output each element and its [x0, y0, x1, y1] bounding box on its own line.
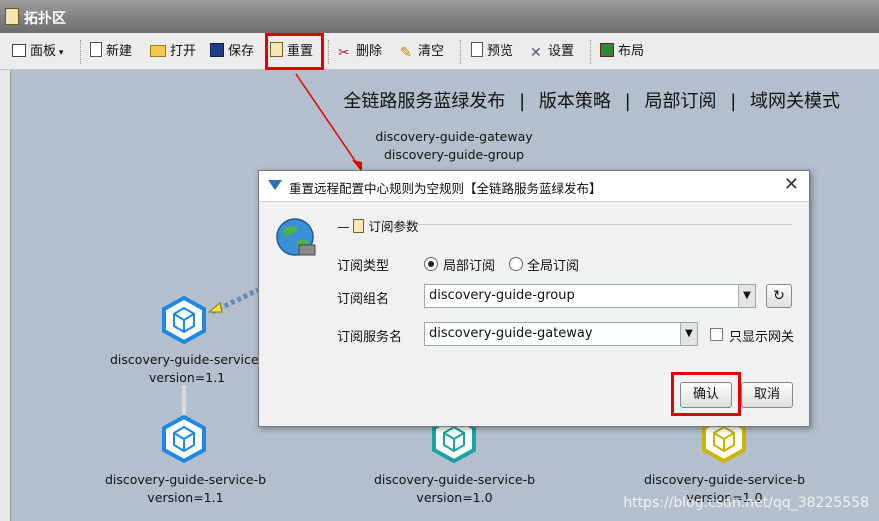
diamond-icon — [268, 180, 282, 190]
annotation-arrow-1 — [295, 73, 361, 169]
group-divider — [416, 224, 792, 225]
confirm-highlight-box — [671, 372, 741, 416]
radio-global[interactable] — [509, 257, 523, 271]
reset-rule-dialog: 重置远程配置中心规则为空规则【全链路服务蓝绿发布】 ✕ — 订阅参数 订阅类型 … — [258, 170, 810, 427]
service-name-combo[interactable]: discovery-guide-gateway ▼ — [424, 322, 698, 346]
gateway-only-label[interactable]: 只显示网关 — [729, 326, 794, 345]
chevron-down-icon[interactable]: ▼ — [680, 323, 697, 345]
group-name-label: 订阅组名 — [337, 292, 390, 307]
service-b-node-icon[interactable] — [160, 415, 208, 463]
cancel-button[interactable]: 取消 — [741, 382, 793, 408]
globe-network-icon — [276, 218, 316, 256]
gateway-only-checkbox[interactable] — [710, 328, 723, 341]
chevron-down-icon[interactable]: ▼ — [738, 285, 755, 307]
watermark: https://blog.csdn.net/qq_38225558 — [623, 495, 869, 511]
radio-partial-label[interactable]: 局部订阅 — [443, 255, 495, 274]
book-icon — [353, 219, 365, 233]
refresh-icon: ↻ — [773, 288, 785, 304]
dialog-title: 重置远程配置中心规则为空规则【全链路服务蓝绿发布】 — [289, 181, 602, 196]
close-icon[interactable]: ✕ — [784, 174, 799, 195]
service-b-label: discovery-guide-service-b version=1.1 — [104, 472, 267, 505]
group-name-combo[interactable]: discovery-guide-group ▼ — [424, 284, 756, 308]
service-a-node-icon[interactable] — [160, 296, 208, 344]
refresh-button[interactable]: ↻ — [766, 284, 792, 308]
radio-partial[interactable] — [424, 257, 438, 271]
service-b-teal-label: discovery-guide-service-b version=1.0 — [373, 472, 536, 505]
radio-global-label[interactable]: 全局订阅 — [527, 255, 579, 274]
type-label: 订阅类型 — [337, 259, 390, 274]
dialog-title-bar: 重置远程配置中心规则为空规则【全链路服务蓝绿发布】 ✕ — [259, 171, 809, 202]
service-a-label: discovery-guide-service-a version=1.1 — [110, 352, 271, 385]
service-name-label: 订阅服务名 — [337, 330, 403, 345]
group-title: — 订阅参数 — [337, 219, 419, 234]
edge-arrowhead — [207, 302, 223, 313]
